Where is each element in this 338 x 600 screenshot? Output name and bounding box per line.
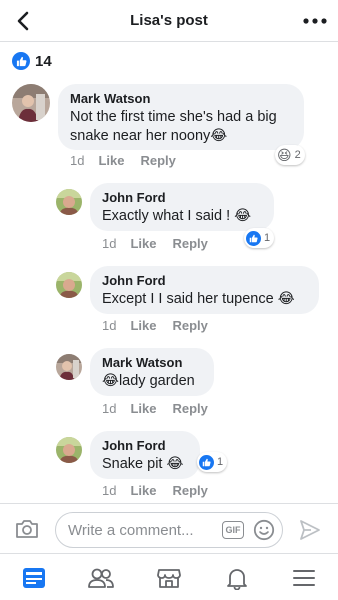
avatar[interactable] [12,84,50,122]
like-icon [12,52,30,70]
like-link[interactable]: Like [98,153,124,168]
like-icon [246,230,261,246]
reaction-badge-count: 1 [217,456,224,468]
reaction-badge-count: 1 [264,232,271,244]
menu-icon [293,569,316,586]
avatar[interactable] [56,272,82,298]
comment-reaction-badge[interactable]: 😆 2 [275,145,305,165]
comment-bubble[interactable]: John Ford Exactly what I said ! 😂 [90,183,274,231]
comment-author[interactable]: Mark Watson [70,91,292,106]
reply-link[interactable]: Reply [172,401,207,416]
chevron-left-icon [17,11,29,31]
comment-text: Not the first time she's had a big snake… [70,109,277,144]
comment-composer: GIF [0,503,338,553]
more-horizontal-icon [303,18,327,24]
smiley-icon [253,519,275,541]
comment-reaction-badge[interactable]: 1 [197,452,228,472]
comment-meta: 1d Like Reply [102,236,224,251]
like-icon [199,454,214,470]
comment-text: Except I I said her tupence 😂 [102,291,295,307]
reply-link[interactable]: Reply [172,318,207,333]
reply-link[interactable]: Reply [172,483,207,498]
comment-author[interactable]: Mark Watson [102,355,202,370]
reply-link[interactable]: Reply [172,236,207,251]
comment-bubble[interactable]: John Ford Snake pit 😂 [90,431,200,479]
comment-time: 1d [102,483,117,498]
back-button[interactable] [10,8,36,34]
bottom-tab-bar [0,553,338,600]
comment-meta: 1d Like Reply [102,483,224,498]
like-link[interactable]: Like [130,236,156,251]
reaction-count: 14 [35,52,52,70]
avatar[interactable] [56,354,82,380]
comment-bubble[interactable]: Mark Watson 😂lady garden [90,348,214,396]
comment-text: Snake pit 😂 [102,456,184,472]
comment-author[interactable]: John Ford [102,438,188,453]
comment-time: 1d [70,153,85,168]
send-icon [300,520,320,540]
comment-meta: 1d Like Reply [102,401,224,416]
camera-icon [16,520,38,538]
news-feed-icon [22,567,45,588]
comment-reaction-badge[interactable]: 1 [244,228,275,248]
more-options-button[interactable] [300,8,330,34]
marketplace-icon [157,568,181,588]
reaction-summary[interactable]: 14 [12,51,52,71]
reply-link[interactable]: Reply [140,153,175,168]
comment-time: 1d [102,236,117,251]
tab-news-feed[interactable] [0,554,68,600]
like-link[interactable]: Like [130,483,156,498]
send-button[interactable] [298,518,322,542]
comment-author[interactable]: John Ford [102,190,262,205]
like-link[interactable]: Like [130,401,156,416]
tab-notifications[interactable] [203,554,271,600]
notifications-bell-icon [226,568,247,590]
comment-input[interactable] [55,512,283,548]
comment-text: 😂lady garden [102,373,195,389]
emoji-button[interactable] [253,519,275,541]
comment-time: 1d [102,318,117,333]
gif-button[interactable]: GIF [222,521,244,539]
laughing-face-icon: 😆 [277,147,292,163]
reaction-badge-count: 2 [294,149,301,161]
comment-text: Exactly what I said ! 😂 [102,208,252,224]
page-title: Lisa's post [130,12,208,29]
tab-marketplace[interactable] [135,554,203,600]
avatar[interactable] [56,189,82,215]
comment-time: 1d [102,401,117,416]
friends-icon [88,568,115,588]
comment-bubble[interactable]: John Ford Except I I said her tupence 😂 [90,266,319,314]
camera-button[interactable] [14,517,40,541]
comment-bubble[interactable]: Mark Watson Not the first time she's had… [58,84,304,150]
comment-meta: 1d Like Reply [70,153,192,168]
comment-author[interactable]: John Ford [102,273,307,288]
tab-friends[interactable] [68,554,136,600]
avatar[interactable] [56,437,82,463]
top-bar: Lisa's post [0,0,338,42]
like-link[interactable]: Like [130,318,156,333]
comment-meta: 1d Like Reply [102,318,224,333]
tab-menu[interactable] [270,554,338,600]
